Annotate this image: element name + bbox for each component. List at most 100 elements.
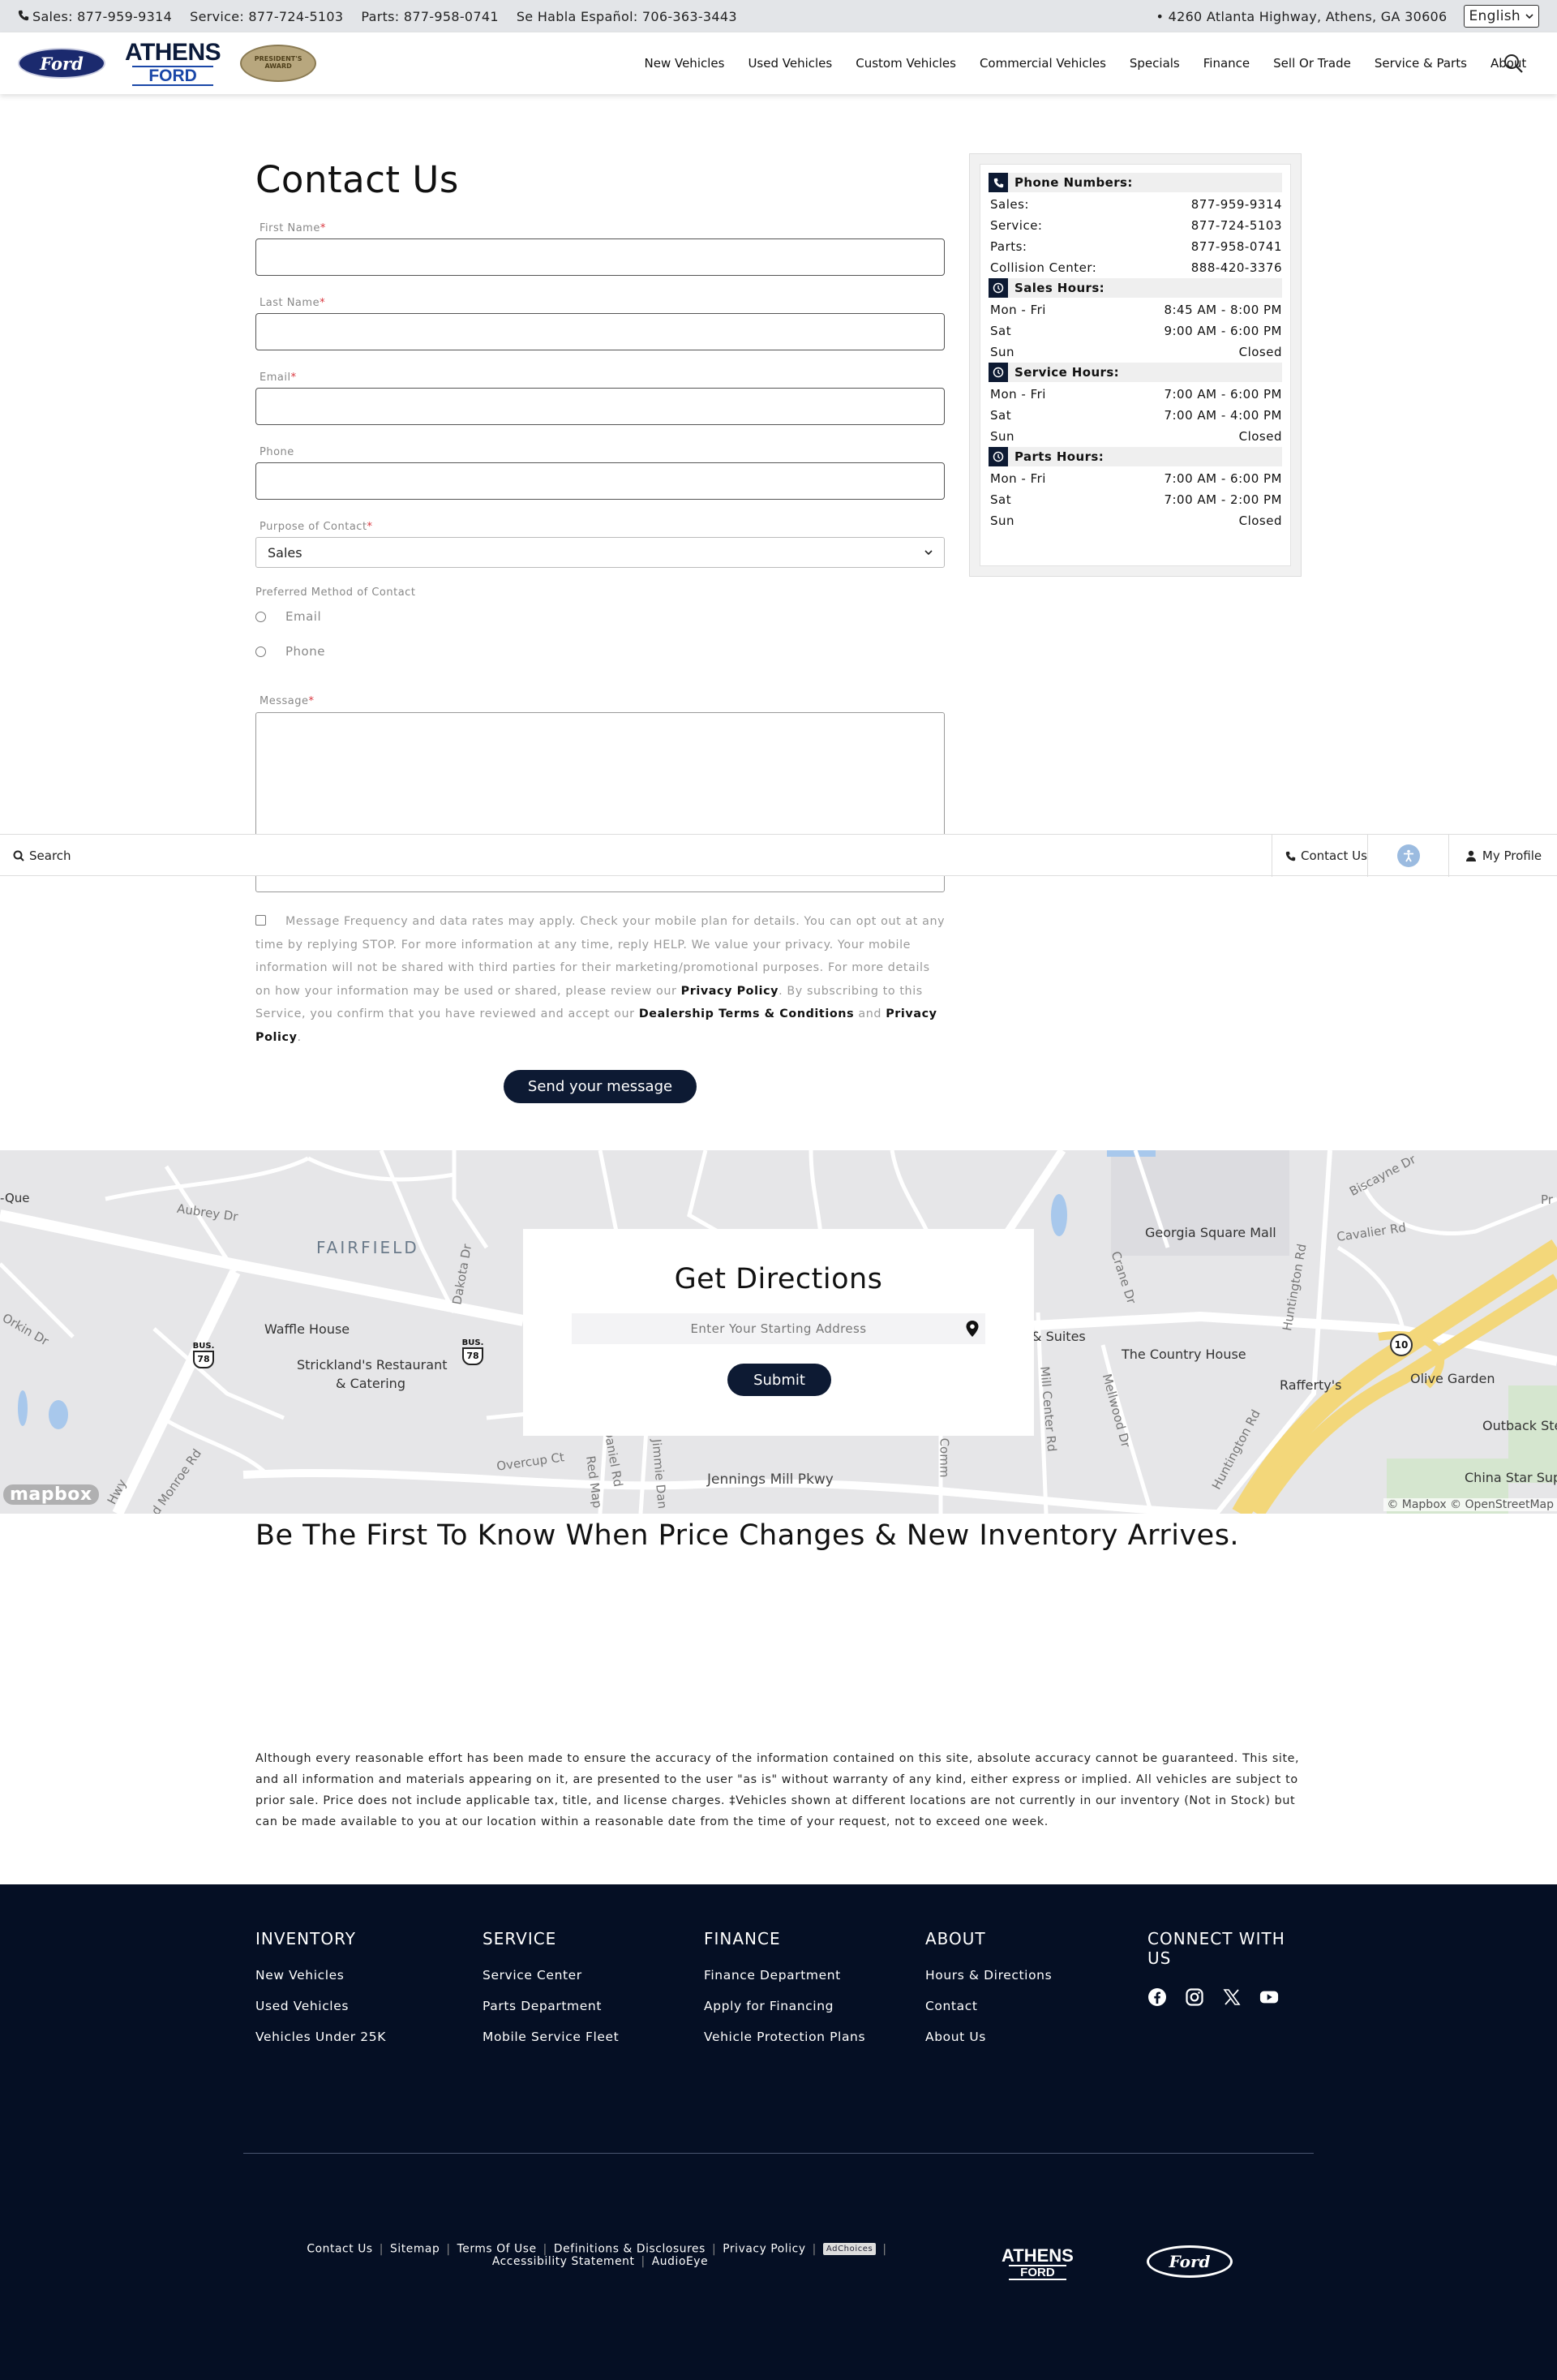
footer-athens-ford-logo[interactable]: ATHENS FORD	[1002, 2247, 1074, 2280]
privacy-policy-link[interactable]: Privacy Policy	[681, 985, 778, 998]
phone-row-value[interactable]: 877-958-0741	[1191, 239, 1282, 254]
separator: |	[711, 2242, 717, 2256]
athens-ford-logo[interactable]: ATHENS FORD	[125, 41, 221, 86]
purpose-select-value: Sales	[268, 544, 302, 561]
map-poi-outback[interactable]: Outback Ste	[1482, 1418, 1557, 1433]
map-poi-waffle-house[interactable]: Waffle House	[264, 1321, 350, 1337]
ford-logo[interactable]: Ford	[18, 48, 105, 79]
first-name-input[interactable]	[255, 238, 945, 276]
parts-hours-heading: Parts Hours:	[989, 447, 1282, 466]
starting-address-input[interactable]: Enter Your Starting Address	[572, 1313, 985, 1344]
map-poi-stricklands[interactable]: Strickland's Restaurant	[297, 1357, 447, 1373]
footer-link[interactable]: About Us	[925, 2030, 1052, 2044]
purpose-select[interactable]: Sales	[255, 537, 945, 568]
nav-sell-or-trade[interactable]: Sell Or Trade	[1262, 56, 1363, 71]
directions-submit-button[interactable]: Submit	[727, 1364, 831, 1396]
nav-custom-vehicles[interactable]: Custom Vehicles	[844, 56, 968, 71]
youtube-icon[interactable]	[1259, 1987, 1279, 2007]
facebook-icon[interactable]	[1147, 1987, 1167, 2007]
phone-row-label: Parts:	[990, 239, 1027, 254]
top-phone-parts[interactable]: Parts: 877-958-0741	[361, 9, 498, 24]
sticky-search-button[interactable]: Search	[13, 835, 71, 877]
map-poi-georgia-square-mall[interactable]: Georgia Square Mall	[1145, 1225, 1276, 1240]
map-attribution[interactable]: © Mapbox © OpenStreetMap	[1383, 1498, 1557, 1511]
accessibility-icon	[1396, 844, 1420, 867]
footer-legal-link[interactable]: Terms Of Use	[457, 2243, 537, 2256]
accessibility-button[interactable]	[1367, 835, 1448, 877]
send-message-button[interactable]: Send your message	[504, 1070, 697, 1103]
starting-address-placeholder: Enter Your Starting Address	[690, 1321, 867, 1336]
sticky-contact-label: Contact Us	[1301, 848, 1367, 863]
pref-email-option[interactable]: Email	[255, 609, 321, 624]
last-name-input[interactable]	[255, 313, 945, 350]
footer-link[interactable]: Finance Department	[704, 1968, 865, 1983]
phone-numbers-heading-text: Phone Numbers:	[1014, 175, 1133, 190]
language-select[interactable]: English	[1463, 5, 1539, 28]
phone-row-value[interactable]: 877-724-5103	[1191, 218, 1282, 233]
hours-day: Mon - Fri	[990, 387, 1046, 402]
phone-row-value[interactable]: 888-420-3376	[1191, 260, 1282, 275]
footer-link[interactable]: Contact	[925, 1999, 1052, 2013]
map-poi-raffertys[interactable]: Rafferty's	[1280, 1377, 1342, 1393]
footer-link[interactable]: Parts Department	[483, 1999, 619, 2013]
disclaimer-text: Although every reasonable effort has bee…	[255, 1752, 1300, 1828]
footer-legal-link[interactable]: Accessibility Statement	[492, 2255, 635, 2268]
service-hours-heading-text: Service Hours:	[1014, 365, 1120, 380]
footer-link[interactable]: Used Vehicles	[255, 1999, 386, 2013]
hours-time: Closed	[1238, 513, 1282, 528]
sticky-contact-button[interactable]: Contact Us	[1272, 835, 1367, 877]
top-phone-service[interactable]: Service: 877-724-5103	[190, 9, 343, 24]
instagram-icon[interactable]	[1185, 1987, 1204, 2007]
footer-link[interactable]: Mobile Service Fleet	[483, 2030, 619, 2044]
pref-phone-radio[interactable]	[255, 646, 266, 657]
footer-link[interactable]: Service Center	[483, 1968, 619, 1983]
footer-link[interactable]: Hours & Directions	[925, 1968, 1052, 1983]
footer-legal-link[interactable]: AudioEye	[652, 2255, 708, 2268]
top-phone-spanish[interactable]: Se Habla Español: 706-363-3443	[517, 9, 737, 24]
first-name-label: First Name*	[260, 222, 326, 234]
search-icon[interactable]	[1502, 52, 1525, 75]
my-profile-button[interactable]: My Profile	[1448, 835, 1557, 877]
footer-legal-link[interactable]: Contact Us	[307, 2243, 372, 2256]
hours-time: Closed	[1238, 429, 1282, 444]
mapbox-logo[interactable]: mapbox	[3, 1484, 99, 1505]
nav-service-parts[interactable]: Service & Parts	[1362, 56, 1478, 71]
consent-text-3: and	[854, 1007, 886, 1020]
nav-new-vehicles[interactable]: New Vehicles	[633, 56, 736, 71]
footer-legal-link[interactable]: Privacy Policy	[723, 2243, 805, 2256]
hours-row: Mon - Fri 7:00 AM - 6:00 PM	[989, 384, 1282, 405]
footer-legal-link[interactable]: Definitions & Disclosures	[554, 2243, 706, 2256]
email-input[interactable]	[255, 388, 945, 425]
phone-row-parts: Parts: 877-958-0741	[989, 236, 1282, 257]
footer-legal-link[interactable]: Sitemap	[390, 2243, 440, 2256]
map-poi-country-house[interactable]: The Country House	[1122, 1347, 1246, 1362]
top-phone-sales[interactable]: Sales: 877-959-9314	[18, 9, 172, 24]
footer-ford-logo[interactable]: Ford	[1147, 2245, 1233, 2278]
location-pin-icon[interactable]	[965, 1320, 980, 1338]
phone-row-sales: Sales: 877-959-9314	[989, 194, 1282, 215]
phone-row-service: Service: 877-724-5103	[989, 215, 1282, 236]
nav-used-vehicles[interactable]: Used Vehicles	[736, 56, 844, 71]
footer-link[interactable]: New Vehicles	[255, 1968, 386, 1983]
hours-day: Sun	[990, 429, 1015, 444]
pref-email-radio[interactable]	[255, 611, 266, 622]
phone-input[interactable]	[255, 462, 945, 500]
nav-specials[interactable]: Specials	[1117, 56, 1191, 71]
map-poi-olive-garden[interactable]: Olive Garden	[1410, 1371, 1495, 1386]
map-poi-stricklands-2: & Catering	[336, 1376, 405, 1391]
footer-link[interactable]: Vehicles Under 25K	[255, 2030, 386, 2044]
consent-checkbox[interactable]	[255, 914, 266, 926]
footer-link[interactable]: Vehicle Protection Plans	[704, 2030, 865, 2044]
pref-phone-option[interactable]: Phone	[255, 644, 325, 659]
terms-conditions-link[interactable]: Dealership Terms & Conditions	[639, 1007, 854, 1020]
nav-commercial-vehicles[interactable]: Commercial Vehicles	[967, 56, 1117, 71]
map-poi-china-star[interactable]: China Star Sup	[1465, 1470, 1557, 1485]
nav-finance[interactable]: Finance	[1191, 56, 1261, 71]
purpose-label: Purpose of Contact*	[260, 521, 373, 533]
top-address[interactable]: • 4260 Atlanta Highway, Athens, GA 30606	[1156, 9, 1447, 24]
adchoices-badge[interactable]: AdChoices	[822, 2243, 877, 2255]
hours-time: 7:00 AM - 2:00 PM	[1164, 492, 1282, 507]
footer-link[interactable]: Apply for Financing	[704, 1999, 865, 2013]
x-twitter-icon[interactable]	[1222, 1987, 1242, 2007]
phone-row-value[interactable]: 877-959-9314	[1191, 197, 1282, 212]
